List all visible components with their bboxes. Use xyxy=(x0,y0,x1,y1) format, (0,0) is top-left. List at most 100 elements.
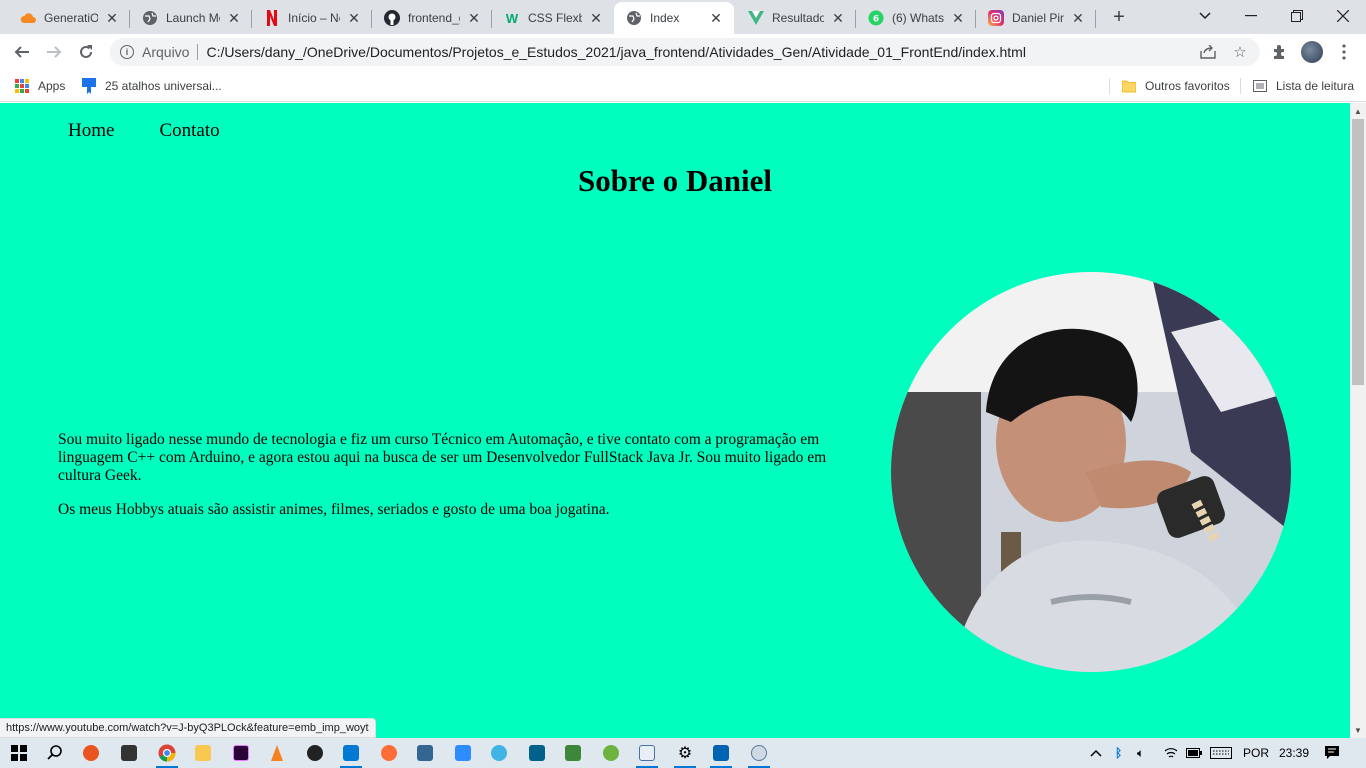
menu-icon[interactable] xyxy=(1330,38,1358,66)
new-tab-button[interactable]: + xyxy=(1108,6,1130,28)
close-icon[interactable]: ✕ xyxy=(466,10,482,26)
mysql-icon[interactable] xyxy=(524,741,550,765)
extensions-icon[interactable] xyxy=(1266,38,1294,66)
close-icon[interactable]: ✕ xyxy=(1070,10,1086,26)
tab-title: Início – Ne xyxy=(288,11,340,25)
scrollbar-thumb[interactable] xyxy=(1352,119,1364,385)
settings-gear-icon[interactable]: ⚙ xyxy=(672,741,698,768)
tab-title: GeneratiOI xyxy=(44,11,98,25)
close-icon[interactable]: ✕ xyxy=(104,10,120,26)
tab[interactable]: frontend_g ✕ xyxy=(372,2,492,34)
postman-icon[interactable] xyxy=(376,741,402,765)
notepad-icon[interactable] xyxy=(634,741,660,768)
netflix-icon xyxy=(264,10,280,26)
close-window-button[interactable] xyxy=(1320,0,1366,32)
close-icon[interactable]: ✕ xyxy=(950,10,966,26)
tab-title: frontend_g xyxy=(408,11,460,25)
snipping-tool-icon[interactable] xyxy=(746,741,772,768)
address-bar[interactable]: i Arquivo C:/Users/dany_/OneDrive/Docume… xyxy=(110,38,1260,66)
ubuntu-icon[interactable] xyxy=(78,741,104,765)
close-icon[interactable]: ✕ xyxy=(830,10,846,26)
share-icon[interactable] xyxy=(1196,38,1220,66)
tab-title: Launch Me xyxy=(166,11,220,25)
star-icon[interactable]: ☆ xyxy=(1228,38,1252,66)
tab-title: Resultados xyxy=(772,11,824,25)
notifications-icon[interactable] xyxy=(1324,738,1340,768)
photos-icon[interactable] xyxy=(708,741,734,768)
info-icon[interactable]: i xyxy=(120,45,134,59)
restore-button[interactable] xyxy=(1274,0,1320,32)
file-explorer-icon[interactable] xyxy=(190,741,216,765)
node-icon[interactable] xyxy=(560,741,586,765)
start-windows-icon[interactable] xyxy=(6,741,32,765)
profile-avatar[interactable] xyxy=(1298,38,1326,66)
site-nav: Home Contato xyxy=(68,120,265,142)
terminal-icon[interactable] xyxy=(116,741,142,765)
bluetooth-icon[interactable]: ᛒ xyxy=(1115,738,1122,768)
tab[interactable]: Daniel Pin ✕ xyxy=(976,2,1096,34)
reading-list-bookmark[interactable]: Lista de leitura xyxy=(1252,76,1354,96)
page-viewport: Home Contato Sobre o Daniel Sou muito li… xyxy=(0,103,1350,738)
tray-chevron-icon[interactable] xyxy=(1090,738,1102,768)
scroll-up-arrow-icon[interactable]: ▲ xyxy=(1350,103,1366,119)
vscode-icon[interactable] xyxy=(338,741,364,768)
tab-search-icon[interactable] xyxy=(1182,0,1228,32)
tab[interactable]: Launch Me ✕ xyxy=(130,2,252,34)
premiere-icon[interactable] xyxy=(228,741,254,765)
volume-icon[interactable]: 🔈︎ xyxy=(1137,738,1144,768)
apps-bookmark[interactable]: Apps xyxy=(14,76,65,96)
back-arrow-icon[interactable] xyxy=(8,38,36,66)
apps-grid-icon xyxy=(14,78,30,94)
page-scrollbar[interactable]: ▲ ▼ xyxy=(1350,103,1366,738)
shortcuts-bookmark[interactable]: 25 atalhos universai... xyxy=(81,76,222,96)
apps-label: Apps xyxy=(38,79,66,93)
tab-active[interactable]: Index ✕ xyxy=(614,2,734,34)
svg-text:6: 6 xyxy=(873,15,879,25)
zoom-icon[interactable] xyxy=(450,741,476,765)
globe-icon xyxy=(142,10,158,26)
profile-photo xyxy=(891,272,1291,672)
scroll-down-arrow-icon[interactable]: ▼ xyxy=(1350,722,1366,738)
tab-title: Daniel Pin xyxy=(1012,11,1064,25)
tab[interactable]: 6 (6) WhatsA ✕ xyxy=(856,2,976,34)
wifi-icon[interactable] xyxy=(1164,738,1178,768)
keyboard-icon[interactable] xyxy=(1210,738,1232,768)
tab[interactable]: W CSS Flexbo ✕ xyxy=(492,2,614,34)
other-favorites-bookmark[interactable]: Outros favoritos xyxy=(1121,76,1230,96)
reading-list-label: Lista de leitura xyxy=(1276,79,1355,93)
folder-icon xyxy=(1121,78,1137,94)
whatsapp-icon: 6 xyxy=(868,10,884,26)
tab-title: CSS Flexbo xyxy=(528,11,582,25)
postgres-icon[interactable] xyxy=(412,741,438,765)
reload-icon[interactable] xyxy=(72,38,100,66)
close-icon[interactable]: ✕ xyxy=(708,10,724,26)
search-icon[interactable] xyxy=(42,741,68,765)
close-icon[interactable]: ✕ xyxy=(346,10,362,26)
about-text: Sou muito ligado nesse mundo de tecnolog… xyxy=(58,431,828,535)
clock-time[interactable]: 23:39 xyxy=(1279,738,1309,768)
minimize-button[interactable] xyxy=(1228,0,1274,32)
close-icon[interactable]: ✕ xyxy=(588,10,604,26)
reading-list-icon xyxy=(1252,78,1268,94)
forward-arrow-icon[interactable] xyxy=(40,38,68,66)
chrome-icon[interactable] xyxy=(154,741,180,768)
globe-icon xyxy=(626,10,642,26)
sourcetree-icon[interactable] xyxy=(486,741,512,765)
spring-icon[interactable] xyxy=(598,741,624,765)
tab[interactable]: Início – Ne ✕ xyxy=(252,2,372,34)
instagram-icon xyxy=(988,10,1004,26)
address-url[interactable]: C:/Users/dany_/OneDrive/Documentos/Proje… xyxy=(206,44,1025,60)
status-url: https://www.youtube.com/watch?v=J-byQ3PL… xyxy=(0,718,376,738)
close-icon[interactable]: ✕ xyxy=(226,10,242,26)
tab-title: (6) WhatsA xyxy=(892,11,944,25)
nav-link-contato[interactable]: Contato xyxy=(159,120,219,142)
tab[interactable]: GeneratiOI ✕ xyxy=(8,2,130,34)
obs-icon[interactable] xyxy=(302,741,328,765)
language-indicator[interactable]: POR xyxy=(1243,738,1269,768)
battery-icon[interactable] xyxy=(1186,738,1202,768)
tab[interactable]: Resultados ✕ xyxy=(736,2,856,34)
about-paragraph: Sou muito ligado nesse mundo de tecnolog… xyxy=(58,431,827,484)
github-icon xyxy=(384,10,400,26)
nav-link-home[interactable]: Home xyxy=(68,120,114,142)
vlc-icon[interactable] xyxy=(264,741,290,765)
